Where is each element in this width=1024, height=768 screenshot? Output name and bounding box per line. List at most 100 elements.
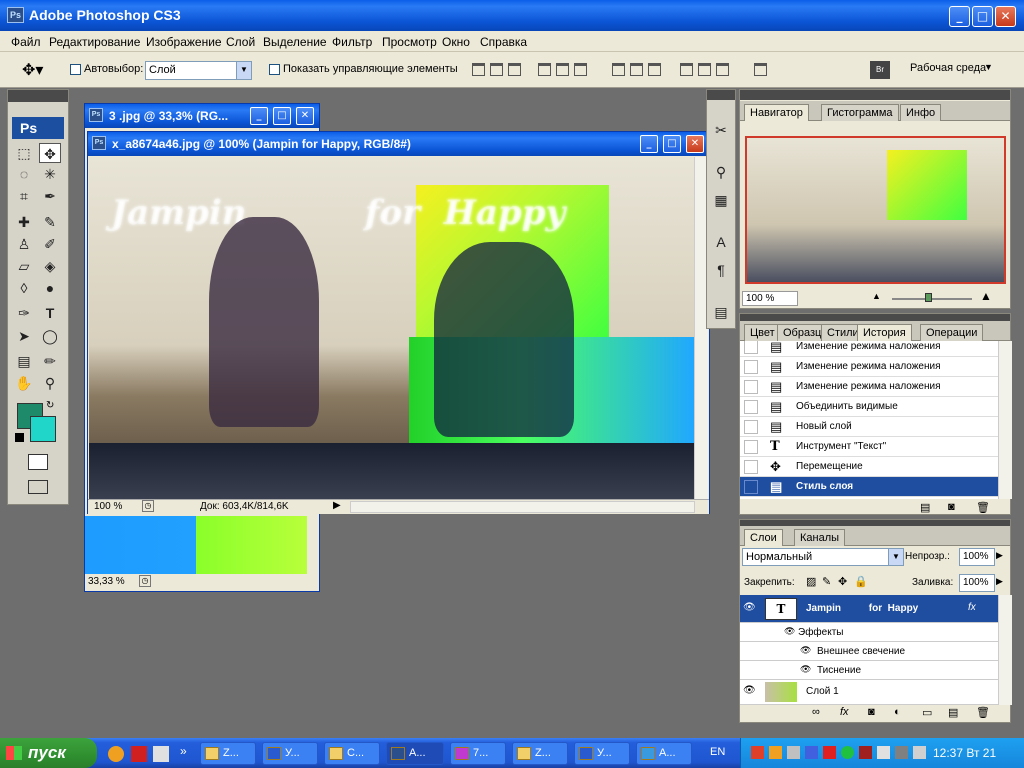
tool-presets-icon[interactable]: ⚲ — [710, 162, 732, 182]
language-indicator[interactable]: EN — [710, 746, 725, 758]
tray-icon[interactable] — [751, 746, 764, 759]
list-item-selected[interactable]: ▤ Стиль слоя — [740, 477, 998, 497]
tab-histogram[interactable]: Гистограмма — [821, 104, 899, 121]
status-menu-icon[interactable]: ◷ — [142, 500, 154, 512]
taskbar-item[interactable]: Z... — [512, 742, 568, 765]
document-zoom[interactable]: 100 % — [94, 501, 122, 512]
add-style-icon[interactable]: fx — [840, 706, 849, 718]
notes-panel-icon[interactable]: ▤ — [710, 302, 732, 322]
chevron-right-icon[interactable]: » — [180, 744, 187, 758]
doc-front-minimize-button[interactable]: _ — [640, 135, 658, 153]
paragraph-panel-icon[interactable]: ¶ — [710, 260, 732, 280]
distribute-top-icon[interactable] — [612, 63, 625, 76]
new-group-icon[interactable]: ▭ — [922, 706, 932, 719]
doc-front-maximize-button[interactable]: □ — [663, 135, 681, 153]
list-item[interactable]: T Инструмент "Текст" — [740, 437, 998, 457]
opacity-field[interactable]: 100% — [959, 548, 995, 566]
minimize-button[interactable]: _ — [949, 6, 970, 27]
list-item[interactable]: ▤ Изменение режима наложения — [740, 341, 998, 357]
link-layers-icon[interactable]: ∞ — [812, 706, 820, 718]
tab-actions[interactable]: Операции — [920, 324, 984, 341]
add-mask-icon[interactable]: ◙ — [868, 706, 875, 718]
zoom-tool-icon[interactable]: ⚲ — [39, 373, 61, 393]
tab-channels[interactable]: Каналы — [794, 529, 846, 546]
tray-icon[interactable] — [787, 746, 800, 759]
tab-navigator[interactable]: Навигатор — [744, 104, 809, 121]
default-colors-icon[interactable] — [15, 433, 24, 442]
menu-edit[interactable]: Редактирование — [49, 35, 140, 49]
panel-header[interactable] — [740, 90, 1010, 100]
quicklaunch-icon[interactable] — [108, 746, 124, 762]
taskbar-item-active[interactable]: A... — [386, 742, 444, 765]
tray-icon[interactable] — [913, 746, 926, 759]
history-brush-icon[interactable]: ✐ — [39, 234, 61, 254]
align-hcenter-icon[interactable] — [556, 63, 569, 76]
magic-wand-icon[interactable]: ✳ — [39, 164, 61, 184]
align-vcenter-icon[interactable] — [490, 63, 503, 76]
eye-icon[interactable]: 👁 — [743, 685, 756, 696]
tray-icon[interactable] — [805, 746, 818, 759]
zoom-slider-thumb[interactable] — [925, 293, 932, 302]
layer-effect-row[interactable]: 👁 Тиснение — [740, 661, 998, 680]
menu-view[interactable]: Просмотр — [382, 35, 437, 49]
layer-row-text[interactable]: 👁 T Jampin for Happy fx — [740, 595, 998, 623]
bridge-icon[interactable]: Br — [870, 61, 890, 79]
trash-icon[interactable]: 🗑 — [976, 706, 990, 719]
volume-icon[interactable] — [877, 746, 890, 759]
menu-filter[interactable]: Фильтр — [332, 35, 372, 49]
move-tool-icon[interactable]: ✥▾ — [22, 60, 43, 80]
move-tool-icon[interactable]: ✥ — [39, 143, 61, 163]
swap-colors-icon[interactable]: ↻ — [46, 400, 54, 411]
eye-icon[interactable]: 👁 — [743, 602, 756, 613]
tray-icon[interactable] — [859, 746, 872, 759]
new-document-from-state-icon[interactable]: ▤ — [920, 501, 930, 514]
quicklaunch-icon[interactable] — [131, 746, 147, 762]
quick-mask-icon[interactable] — [28, 454, 48, 470]
doc-front-close-button[interactable]: ✕ — [686, 135, 704, 153]
zoom-out-icon[interactable]: ▲ — [872, 291, 881, 301]
new-layer-icon[interactable]: ▤ — [948, 706, 958, 719]
lock-pixels-icon[interactable]: ✎ — [822, 575, 831, 588]
close-button[interactable]: ✕ — [995, 6, 1016, 27]
autoselect-checkbox[interactable] — [70, 64, 81, 75]
taskbar-item[interactable]: Z... — [200, 742, 256, 765]
eraser-tool-icon[interactable]: ▱ — [13, 256, 35, 276]
status-arrow-icon[interactable]: ▶ — [333, 500, 341, 511]
toolbox-header[interactable] — [8, 90, 68, 102]
new-snapshot-icon[interactable]: ◙ — [948, 501, 955, 513]
layer-effects-row[interactable]: 👁 Эффекты — [740, 623, 998, 642]
document-canvas[interactable]: Jampin for Happy — [89, 157, 694, 499]
menu-image[interactable]: Изображение — [146, 35, 222, 49]
zoom-in-icon[interactable]: ▲ — [980, 289, 992, 303]
maximize-button[interactable]: □ — [972, 6, 993, 27]
list-item[interactable]: ✥ Перемещение — [740, 457, 998, 477]
start-button[interactable]: пуск — [0, 738, 97, 768]
autoselect-dropdown[interactable]: Слой ▼ — [145, 61, 252, 80]
taskbar-item[interactable]: У... — [262, 742, 318, 765]
layers-scrollbar[interactable] — [998, 595, 1012, 705]
eye-icon[interactable]: 👁 — [784, 626, 795, 637]
lock-all-icon[interactable]: 🔒 — [854, 575, 868, 588]
screen-mode-icon[interactable] — [28, 480, 48, 494]
align-bottom-icon[interactable] — [508, 63, 521, 76]
paint-bucket-icon[interactable]: ◈ — [39, 256, 61, 276]
menu-file[interactable]: Файл — [11, 35, 41, 49]
eye-icon[interactable]: 👁 — [800, 664, 811, 675]
lock-position-icon[interactable]: ✥ — [838, 575, 847, 588]
menu-window[interactable]: Окно — [442, 35, 470, 49]
distribute-hcenter-icon[interactable] — [698, 63, 711, 76]
document-back-canvas[interactable] — [85, 516, 307, 574]
distribute-right-icon[interactable] — [716, 63, 729, 76]
marquee-tool-icon[interactable]: ⬚ — [13, 143, 35, 163]
dodge-tool-icon[interactable]: ● — [39, 278, 61, 298]
slice-tool-icon[interactable]: ✒ — [39, 186, 61, 206]
align-top-icon[interactable] — [472, 63, 485, 76]
character-panel-icon[interactable]: A — [710, 232, 732, 252]
tray-icon[interactable] — [769, 746, 782, 759]
healing-brush-icon[interactable]: ✚ — [13, 212, 35, 232]
align-left-icon[interactable] — [538, 63, 551, 76]
document-back-zoom[interactable]: 33,33 % — [88, 576, 125, 587]
navigator-thumbnail[interactable] — [745, 136, 1006, 284]
opacity-arrow-icon[interactable]: ▶ — [996, 550, 1003, 561]
tray-icon[interactable] — [823, 746, 836, 759]
